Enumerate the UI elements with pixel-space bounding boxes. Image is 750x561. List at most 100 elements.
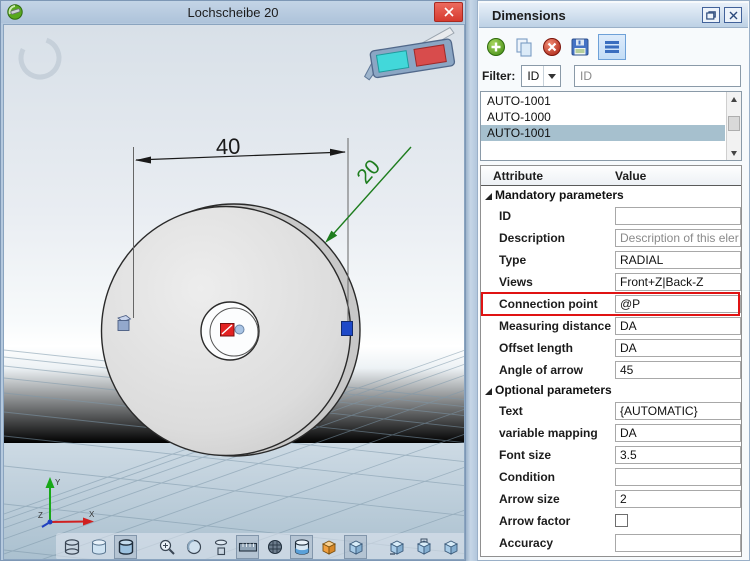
value-field[interactable]: 45 bbox=[615, 361, 741, 379]
header-attribute: Attribute bbox=[493, 169, 543, 183]
filter-field-dropdown[interactable]: ID bbox=[521, 65, 561, 87]
edge-handle-left[interactable] bbox=[118, 316, 131, 331]
close-icon[interactable] bbox=[434, 2, 463, 22]
attribute-row[interactable]: Offset lengthDA bbox=[481, 337, 741, 359]
axis-y-label: Y bbox=[55, 478, 61, 487]
float-panel-icon[interactable] bbox=[702, 7, 720, 23]
panel-close-icon[interactable] bbox=[724, 7, 742, 23]
filter-row: Filter: ID bbox=[482, 64, 741, 88]
edge-handle-right[interactable] bbox=[342, 322, 353, 336]
attribute-label: Accuracy bbox=[499, 536, 553, 550]
turntable-icon[interactable] bbox=[209, 535, 232, 559]
value-field[interactable] bbox=[615, 534, 741, 552]
list-item[interactable]: AUTO-1001 bbox=[481, 125, 725, 141]
attribute-row[interactable]: DescriptionDescription of this eler bbox=[481, 227, 741, 249]
attribute-label: Connection point bbox=[499, 297, 598, 311]
attribute-row[interactable]: Text{AUTOMATIC} bbox=[481, 400, 741, 422]
attribute-row[interactable]: Font size3.5 bbox=[481, 444, 741, 466]
value-field[interactable]: {AUTOMATIC} bbox=[615, 402, 741, 420]
scroll-up-icon[interactable] bbox=[727, 92, 741, 106]
header-value: Value bbox=[615, 169, 646, 183]
dimension-listbox[interactable]: AUTO-1001AUTO-1000AUTO-1001 bbox=[480, 91, 742, 161]
list-item[interactable]: AUTO-1000 bbox=[481, 109, 725, 125]
group-label: Optional parameters bbox=[495, 383, 612, 397]
orbit-icon[interactable] bbox=[182, 535, 205, 559]
attribute-row[interactable]: Views Front+Z|Back-Z bbox=[481, 271, 741, 293]
scroll-down-icon[interactable] bbox=[727, 146, 741, 160]
attribute-label: ID bbox=[499, 209, 511, 223]
attribute-label: Views bbox=[499, 275, 533, 289]
value-field[interactable]: RADIAL bbox=[615, 251, 741, 269]
orange-box-icon[interactable] bbox=[317, 535, 340, 559]
filter-field-value: ID bbox=[527, 69, 539, 83]
attribute-row[interactable]: Measuring distanceDA bbox=[481, 315, 741, 337]
view-solid-icon[interactable] bbox=[114, 535, 137, 559]
mesh-icon[interactable] bbox=[263, 535, 286, 559]
group-row[interactable]: Optional parameters bbox=[481, 381, 741, 400]
list-item[interactable]: AUTO-1001 bbox=[481, 93, 725, 109]
view-wireframe-icon[interactable] bbox=[60, 535, 83, 559]
viewport-3d[interactable]: 40 20 Y X Z bbox=[3, 24, 465, 560]
view-cube-top-icon[interactable] bbox=[412, 535, 435, 559]
attribute-label: Type bbox=[499, 253, 526, 267]
attribute-table-body: Mandatory parameters ID DescriptionDescrip… bbox=[481, 186, 741, 554]
measure-icon[interactable] bbox=[236, 535, 259, 559]
group-row[interactable]: Mandatory parameters bbox=[481, 186, 741, 205]
attribute-label: Arrow factor bbox=[499, 514, 570, 528]
attribute-row[interactable]: Connection point @P bbox=[481, 293, 741, 315]
attribute-label: Condition bbox=[499, 470, 555, 484]
value-field[interactable]: @P bbox=[615, 295, 741, 313]
value-field[interactable] bbox=[615, 207, 741, 225]
panel-toolbar bbox=[482, 33, 626, 61]
section-icon[interactable] bbox=[290, 535, 313, 559]
add-dimension-button[interactable] bbox=[482, 34, 510, 60]
view-cube-front-icon[interactable] bbox=[439, 535, 462, 559]
expand-icon[interactable] bbox=[485, 388, 492, 395]
attribute-row[interactable]: Accuracy bbox=[481, 532, 741, 554]
copy-dimension-button[interactable] bbox=[510, 34, 538, 60]
viewport-toolbar bbox=[56, 533, 465, 560]
panel-title: Dimensions bbox=[492, 8, 566, 23]
value-field[interactable]: DA bbox=[615, 424, 741, 442]
expand-icon[interactable] bbox=[485, 193, 492, 200]
dimensions-panel: Dimensions bbox=[477, 0, 750, 561]
window-title: Lochscheibe 20 bbox=[1, 5, 465, 20]
attribute-row[interactable]: ID bbox=[481, 205, 741, 227]
panel-titlebar[interactable]: Dimensions bbox=[479, 3, 748, 28]
connection-point-marker[interactable] bbox=[221, 324, 245, 337]
save-dimensions-button[interactable] bbox=[566, 34, 594, 60]
attribute-row[interactable]: Arrow size 2 bbox=[481, 488, 741, 510]
value-field[interactable] bbox=[615, 468, 741, 486]
attribute-row[interactable]: Condition bbox=[481, 466, 741, 488]
value-field[interactable]: 2 bbox=[615, 490, 741, 508]
attribute-table: Attribute Value Mandatory parameters ID De… bbox=[480, 165, 742, 557]
attribute-label: variable mapping bbox=[499, 426, 598, 440]
scene-3d: 40 20 Y X Z bbox=[4, 25, 465, 560]
view-cube-back-icon[interactable] bbox=[385, 535, 408, 559]
zoom-icon[interactable] bbox=[155, 535, 178, 559]
window-titlebar[interactable]: Lochscheibe 20 bbox=[1, 1, 465, 23]
attribute-row[interactable]: Arrow factor bbox=[481, 510, 741, 532]
attribute-row[interactable]: Type RADIAL bbox=[481, 249, 741, 271]
attribute-label: Arrow size bbox=[499, 492, 560, 506]
cad-window: Lochscheibe 20 bbox=[0, 0, 466, 561]
delete-dimension-button[interactable] bbox=[538, 34, 566, 60]
value-field[interactable]: DA bbox=[615, 339, 741, 357]
attribute-label: Angle of arrow bbox=[499, 363, 583, 377]
value-field[interactable]: Front+Z|Back-Z bbox=[615, 273, 741, 291]
view-shaded-icon[interactable] bbox=[87, 535, 110, 559]
attribute-row[interactable]: Angle of arrow 45 bbox=[481, 359, 741, 381]
list-scrollbar[interactable] bbox=[726, 92, 741, 160]
attribute-row[interactable]: variable mapping DA bbox=[481, 422, 741, 444]
filter-text-input[interactable] bbox=[574, 65, 741, 87]
iso-view-icon[interactable] bbox=[344, 535, 367, 559]
menu-icon[interactable] bbox=[598, 34, 626, 60]
attribute-table-header: Attribute Value bbox=[481, 166, 741, 186]
value-field[interactable]: 3.5 bbox=[615, 446, 741, 464]
scroll-thumb[interactable] bbox=[728, 116, 740, 131]
value-field[interactable]: DA bbox=[615, 317, 741, 335]
axis-x-label: X bbox=[89, 510, 95, 519]
arrow-factor-checkbox[interactable] bbox=[615, 514, 628, 527]
chevron-down-icon[interactable] bbox=[543, 66, 560, 86]
value-field[interactable]: Description of this eler bbox=[615, 229, 741, 247]
